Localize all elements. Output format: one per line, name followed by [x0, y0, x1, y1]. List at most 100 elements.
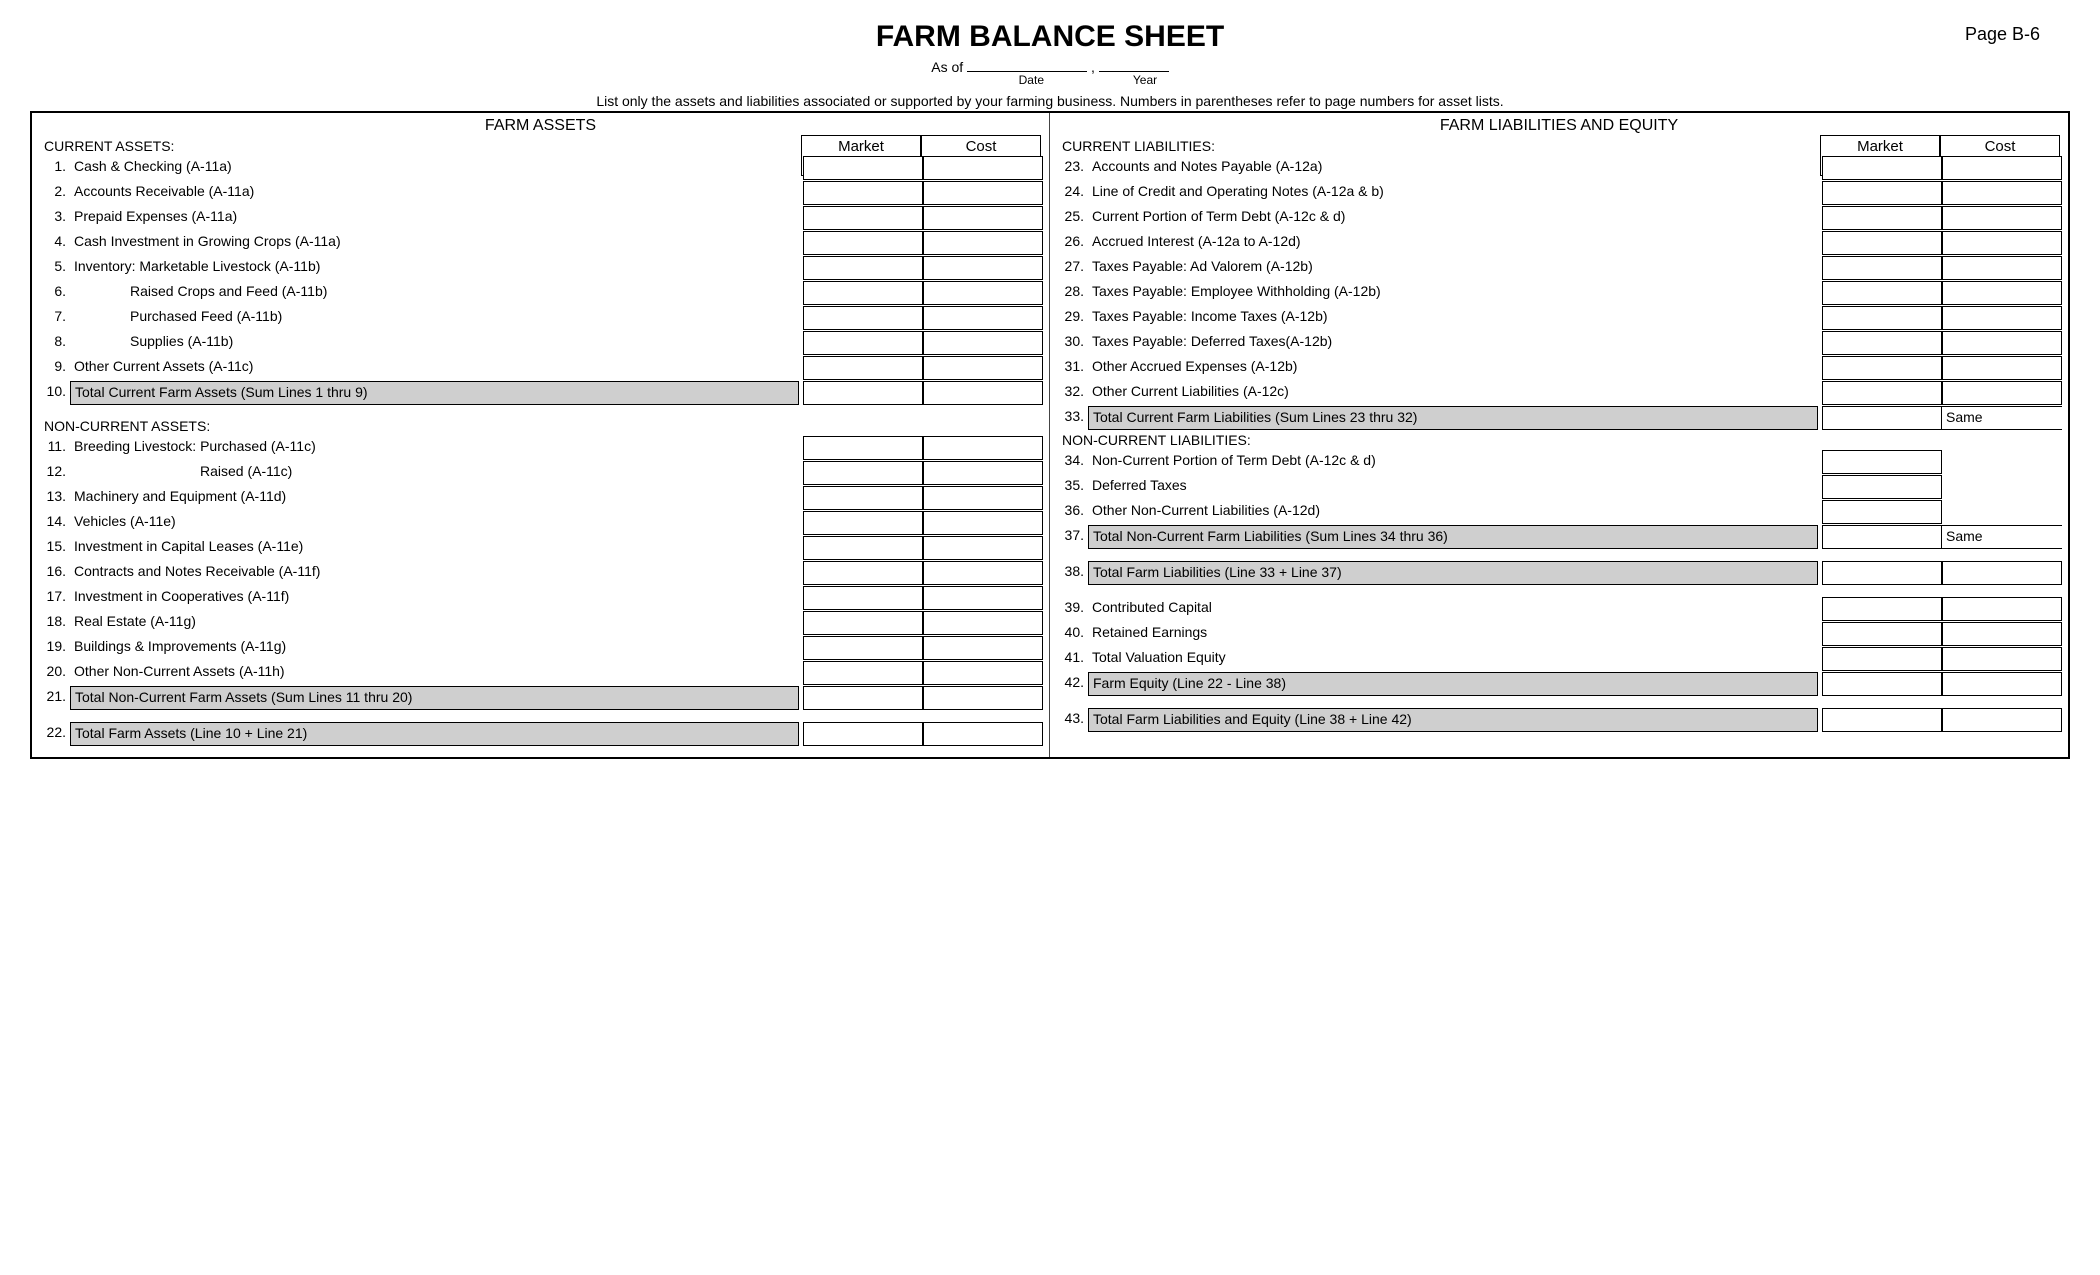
cost-value-cell[interactable]: [1942, 331, 2062, 355]
cost-value-cell[interactable]: [923, 722, 1043, 746]
line-label: Prepaid Expenses (A-11a): [70, 206, 803, 230]
cost-value-cell[interactable]: [1942, 181, 2062, 205]
cost-value-cell[interactable]: [923, 486, 1043, 510]
cost-value-cell[interactable]: [1942, 306, 2062, 330]
cost-value-cell[interactable]: [1942, 256, 2062, 280]
cost-value-cell[interactable]: [1942, 281, 2062, 305]
asof-year-blank[interactable]: [1099, 58, 1169, 72]
market-value-cell[interactable]: [1822, 525, 1942, 549]
cost-value-cell[interactable]: [923, 611, 1043, 635]
line-number: 15.: [38, 536, 70, 560]
market-value-cell[interactable]: [1822, 672, 1942, 696]
cost-value-cell[interactable]: [923, 156, 1043, 180]
cost-value-cell[interactable]: [1942, 708, 2062, 732]
cost-value-cell[interactable]: [923, 461, 1043, 485]
market-value-cell[interactable]: [803, 331, 923, 355]
cost-value-cell[interactable]: [1942, 206, 2062, 230]
market-value-cell[interactable]: [1822, 622, 1942, 646]
cost-value-cell[interactable]: [1942, 381, 2062, 405]
market-value-cell[interactable]: [1822, 708, 1942, 732]
market-value-cell[interactable]: [1822, 256, 1942, 280]
cost-value-cell[interactable]: [923, 356, 1043, 380]
cost-value-cell[interactable]: [1942, 356, 2062, 380]
line-label: Taxes Payable: Employee Withholding (A-1…: [1088, 281, 1822, 305]
market-value-cell[interactable]: [803, 436, 923, 460]
market-value-cell[interactable]: [803, 636, 923, 660]
market-value-cell[interactable]: [803, 356, 923, 380]
market-value-cell[interactable]: [1822, 500, 1942, 524]
line-number: 5.: [38, 256, 70, 280]
cost-value-cell[interactable]: [923, 436, 1043, 460]
market-value-cell[interactable]: [803, 281, 923, 305]
cost-value-cell[interactable]: [1942, 231, 2062, 255]
line-number: 27.: [1056, 256, 1088, 280]
cost-value-cell[interactable]: [923, 281, 1043, 305]
cost-value-cell[interactable]: [923, 536, 1043, 560]
line-label: Investment in Capital Leases (A-11e): [70, 536, 803, 560]
cost-value-cell[interactable]: [923, 256, 1043, 280]
cost-value-cell[interactable]: [1942, 156, 2062, 180]
cost-value-cell[interactable]: [923, 381, 1043, 405]
line-number: 23.: [1056, 156, 1088, 180]
cost-value-cell[interactable]: [1942, 647, 2062, 671]
market-value-cell[interactable]: [803, 156, 923, 180]
cost-value-cell[interactable]: [923, 686, 1043, 710]
market-value-cell[interactable]: [803, 611, 923, 635]
cost-value-cell[interactable]: [923, 661, 1043, 685]
market-value-cell[interactable]: [803, 561, 923, 585]
market-value-cell[interactable]: [803, 511, 923, 535]
cost-value-cell[interactable]: Same: [1942, 525, 2062, 549]
cost-value-cell[interactable]: [923, 511, 1043, 535]
line-row: 12.Raised (A-11c): [38, 461, 1043, 485]
market-value-cell[interactable]: [803, 486, 923, 510]
market-value-cell[interactable]: [803, 686, 923, 710]
asof-date-blank[interactable]: [967, 58, 1087, 72]
line-row: 39.Contributed Capital: [1056, 597, 2062, 621]
cost-value-cell[interactable]: [923, 586, 1043, 610]
cost-value-cell[interactable]: [923, 561, 1043, 585]
market-value-cell[interactable]: [1822, 356, 1942, 380]
cost-value-cell[interactable]: [923, 306, 1043, 330]
market-value-cell[interactable]: [1822, 331, 1942, 355]
market-value-cell[interactable]: [1822, 475, 1942, 499]
market-value-cell[interactable]: [803, 306, 923, 330]
market-value-cell[interactable]: [803, 181, 923, 205]
line-row: 23.Accounts and Notes Payable (A-12a): [1056, 156, 2062, 180]
market-value-cell[interactable]: [1822, 450, 1942, 474]
cost-value-cell[interactable]: [1942, 561, 2062, 585]
market-value-cell[interactable]: [1822, 406, 1942, 430]
market-value-cell[interactable]: [803, 231, 923, 255]
cost-value-cell[interactable]: [1942, 622, 2062, 646]
line-label: Real Estate (A-11g): [70, 611, 803, 635]
market-value-cell[interactable]: [1822, 281, 1942, 305]
market-value-cell[interactable]: [1822, 306, 1942, 330]
market-value-cell[interactable]: [1822, 156, 1942, 180]
market-value-cell[interactable]: [803, 536, 923, 560]
cost-value-cell[interactable]: Same: [1942, 406, 2062, 430]
line-row: 2.Accounts Receivable (A-11a): [38, 181, 1043, 205]
market-value-cell[interactable]: [1822, 561, 1942, 585]
cost-value-cell[interactable]: [923, 331, 1043, 355]
market-value-cell[interactable]: [1822, 206, 1942, 230]
market-value-cell[interactable]: [803, 586, 923, 610]
market-value-cell[interactable]: [1822, 381, 1942, 405]
market-value-cell[interactable]: [1822, 231, 1942, 255]
market-value-cell[interactable]: [803, 381, 923, 405]
cost-value-cell[interactable]: [923, 181, 1043, 205]
cost-value-cell[interactable]: [923, 636, 1043, 660]
asof-date-label: Date: [971, 73, 1091, 87]
market-value-cell[interactable]: [803, 661, 923, 685]
market-value-cell[interactable]: [803, 461, 923, 485]
line-row: 34.Non-Current Portion of Term Debt (A-1…: [1056, 450, 2062, 474]
market-value-cell[interactable]: [1822, 181, 1942, 205]
cost-value-cell[interactable]: [923, 206, 1043, 230]
market-value-cell[interactable]: [1822, 597, 1942, 621]
market-value-cell[interactable]: [1822, 647, 1942, 671]
line-number: 10.: [38, 381, 70, 405]
market-value-cell[interactable]: [803, 206, 923, 230]
market-value-cell[interactable]: [803, 722, 923, 746]
cost-value-cell[interactable]: [923, 231, 1043, 255]
cost-value-cell[interactable]: [1942, 672, 2062, 696]
market-value-cell[interactable]: [803, 256, 923, 280]
cost-value-cell[interactable]: [1942, 597, 2062, 621]
